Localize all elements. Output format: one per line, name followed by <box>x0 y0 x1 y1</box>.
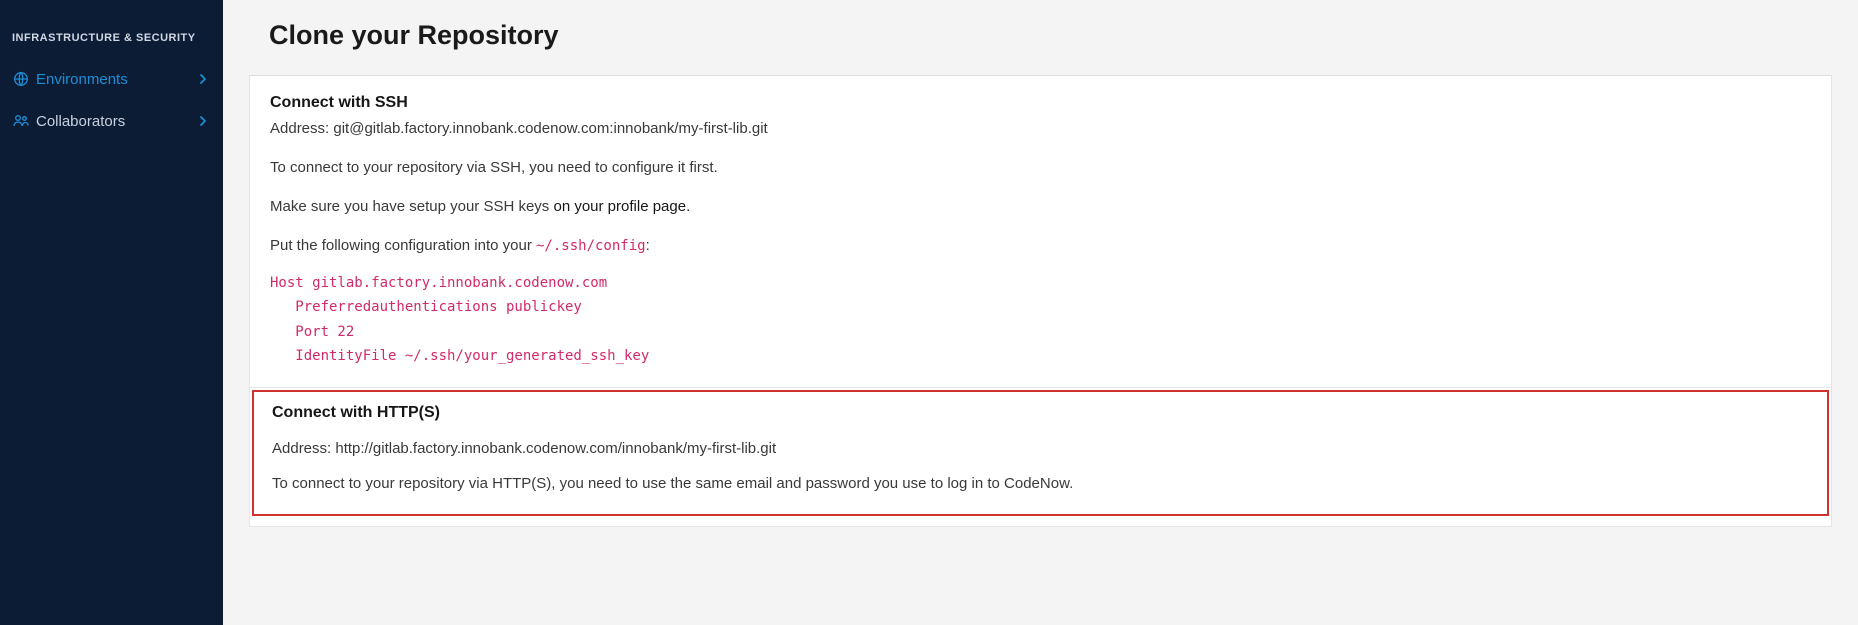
sidebar-section-title: INFRASTRUCTURE & SECURITY <box>0 24 223 58</box>
ssh-address-value: git@gitlab.factory.innobank.codenow.com:… <box>333 120 767 137</box>
ssh-keys-line: Make sure you have setup your SSH keys o… <box>270 196 1811 217</box>
ssh-section: Connect with SSH Address: git@gitlab.fac… <box>250 76 1831 369</box>
ssh-address-label: Address: <box>270 120 333 137</box>
ssh-config-text-pre: Put the following configuration into you… <box>270 237 536 254</box>
ssh-config-path: ~/.ssh/config <box>536 238 646 254</box>
ssh-config-block: Host gitlab.factory.innobank.codenow.com… <box>270 271 1811 369</box>
ssh-heading: Connect with SSH <box>270 92 1811 114</box>
ssh-connect-text: To connect to your repository via SSH, y… <box>270 157 1811 178</box>
http-heading: Connect with HTTP(S) <box>272 404 1809 422</box>
users-icon <box>12 112 30 130</box>
ssh-config-text-post: : <box>646 237 650 254</box>
ssh-keys-text: Make sure you have setup your SSH keys <box>270 198 553 215</box>
sidebar-item-environments[interactable]: Environments <box>0 58 223 100</box>
http-address-label: Address: <box>272 440 335 457</box>
clone-card: Connect with SSH Address: git@gitlab.fac… <box>249 76 1832 527</box>
http-address-line: Address: http://gitlab.factory.innobank.… <box>272 440 1809 457</box>
page-title: Clone your Repository <box>249 0 1832 76</box>
http-section: Connect with HTTP(S) Address: http://git… <box>252 390 1829 516</box>
sidebar-item-label: Environments <box>36 71 195 88</box>
sidebar-item-collaborators[interactable]: Collaborators <box>0 100 223 142</box>
chevron-right-icon <box>195 113 211 129</box>
http-connect-text: To connect to your repository via HTTP(S… <box>272 475 1809 492</box>
ssh-config-line: Put the following configuration into you… <box>270 235 1811 257</box>
http-address-value: http://gitlab.factory.innobank.codenow.c… <box>335 440 776 457</box>
sidebar: INFRASTRUCTURE & SECURITY Environments <box>0 0 223 625</box>
chevron-right-icon <box>195 71 211 87</box>
ssh-address-line: Address: git@gitlab.factory.innobank.cod… <box>270 118 1811 139</box>
section-divider <box>250 387 1831 388</box>
profile-page-link[interactable]: on your profile page. <box>553 198 690 215</box>
globe-icon <box>12 70 30 88</box>
sidebar-item-label: Collaborators <box>36 113 195 130</box>
main-content: Clone your Repository Connect with SSH A… <box>223 0 1858 625</box>
